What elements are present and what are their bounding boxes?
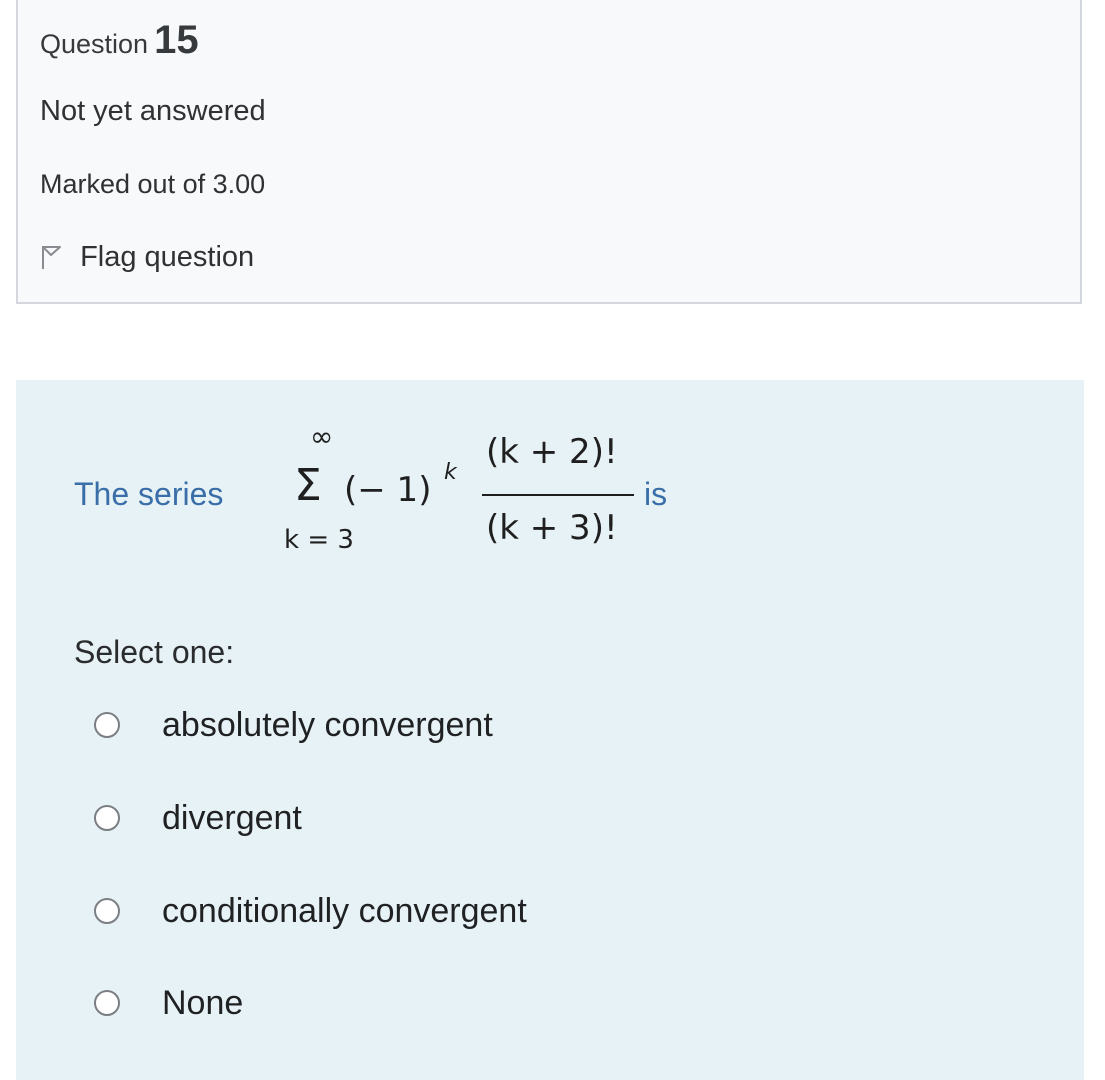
question-number-value: 15	[154, 18, 199, 62]
radio-button[interactable]	[94, 712, 120, 738]
option-label[interactable]: conditionally convergent	[162, 892, 527, 931]
option-label[interactable]: None	[162, 984, 243, 1023]
flag-icon	[40, 241, 80, 273]
radio-button[interactable]	[94, 898, 120, 924]
question-text: The series ∞ Σ k = 3 (− 1) k (k + 2)! (k…	[74, 380, 974, 580]
fraction-bar	[482, 494, 634, 496]
option-none[interactable]: None	[94, 978, 243, 1028]
sign-term: (− 1)	[344, 470, 432, 510]
question-number: Question 15	[40, 18, 199, 63]
question-label: Question	[40, 29, 149, 59]
flag-question-link[interactable]: Flag question	[40, 241, 254, 274]
question-grade: Marked out of 3.00	[40, 169, 266, 199]
option-label[interactable]: absolutely convergent	[162, 706, 493, 745]
radio-button[interactable]	[94, 990, 120, 1016]
question-text-lead: The series	[74, 476, 224, 512]
option-absolutely-convergent[interactable]: absolutely convergent	[94, 700, 493, 750]
question-info-panel: Question 15 Not yet answered Marked out o…	[16, 0, 1082, 304]
question-text-trail: is	[644, 476, 668, 512]
exponent: k	[444, 460, 457, 485]
option-conditionally-convergent[interactable]: conditionally convergent	[94, 886, 527, 936]
select-prompt: Select one:	[74, 634, 235, 670]
option-label[interactable]: divergent	[162, 799, 302, 838]
flag-question-label: Flag question	[80, 241, 255, 273]
question-state: Not yet answered	[40, 95, 266, 127]
radio-button[interactable]	[94, 805, 120, 831]
sigma-symbol: Σ	[294, 460, 322, 511]
question-content: The series ∞ Σ k = 3 (− 1) k (k + 2)! (k…	[16, 380, 1084, 1080]
fraction-numerator: (k + 2)!	[486, 432, 618, 472]
option-divergent[interactable]: divergent	[94, 793, 302, 843]
upper-limit: ∞	[310, 420, 334, 453]
fraction-denominator: (k + 3)!	[486, 508, 618, 548]
lower-limit: k = 3	[284, 525, 354, 555]
